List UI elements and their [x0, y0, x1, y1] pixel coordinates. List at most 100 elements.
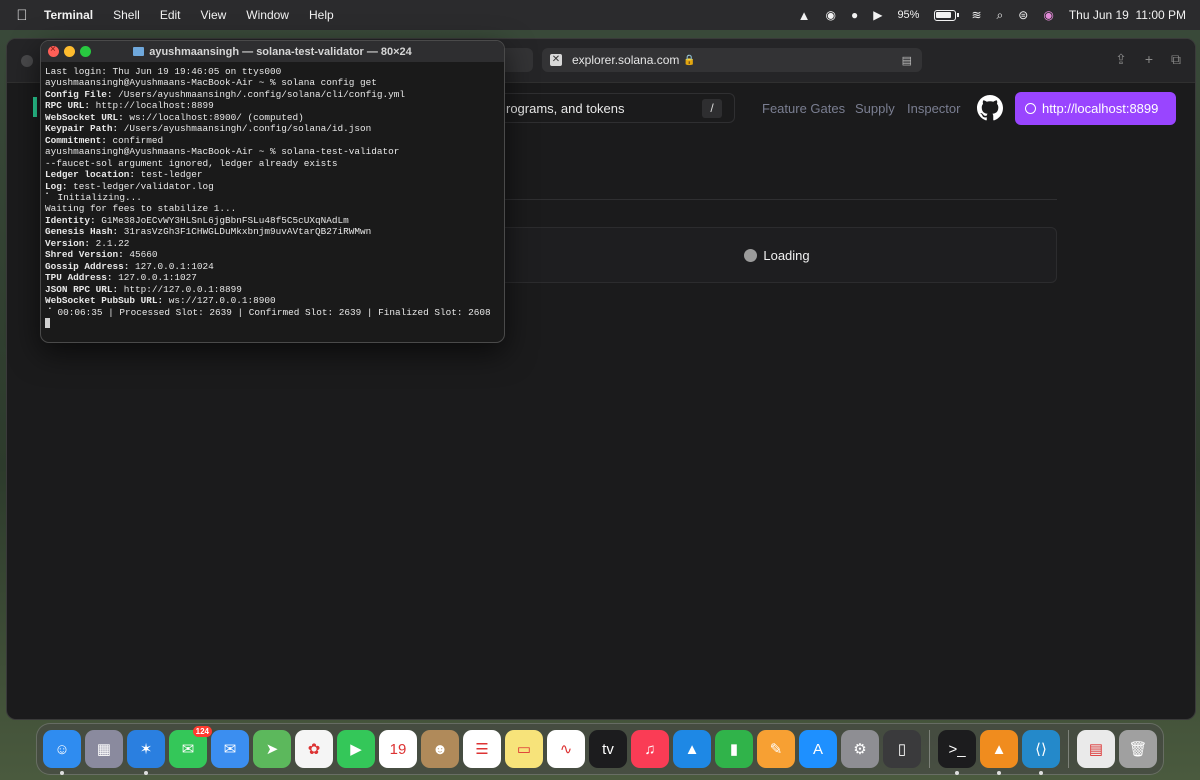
- new-tab-icon[interactable]: +: [1145, 51, 1153, 68]
- iphone-mirroring-icon[interactable]: ▯: [883, 730, 921, 768]
- vlc-icon[interactable]: ▲: [980, 730, 1018, 775]
- menu-app-name[interactable]: Terminal: [44, 8, 103, 22]
- github-icon[interactable]: [977, 95, 1003, 121]
- dock-glyph: ➤: [265, 741, 279, 758]
- terminal-line: Waiting for fees to stabilize 1...: [45, 203, 500, 214]
- calendar-icon[interactable]: 19: [379, 730, 417, 768]
- dock-glyph: tv: [602, 740, 614, 758]
- terminal-line-value: test-ledger/validator.log: [67, 180, 214, 192]
- app-status-icon[interactable]: ◉: [825, 8, 835, 22]
- address-bar[interactable]: ✕ explorer.solana.com 🔒 ▤: [542, 48, 922, 72]
- dock-glyph: >_: [948, 740, 966, 758]
- launchpad-icon[interactable]: ▦: [85, 730, 123, 768]
- dock-glyph: ✉: [181, 741, 195, 758]
- loading-card: Loading: [497, 227, 1057, 283]
- apple-menu-icon[interactable]: : [0, 7, 44, 24]
- menu-help[interactable]: Help: [299, 8, 344, 22]
- terminal-line-key: Genesis Hash:: [45, 226, 119, 238]
- reader-icon[interactable]: ▤: [902, 54, 912, 67]
- dock-glyph: ♫: [644, 740, 656, 758]
- window-close-button[interactable]: [21, 55, 33, 67]
- menu-edit[interactable]: Edit: [150, 8, 191, 22]
- terminal-line: ayushmaansingh@Ayushmaans-MacBook-Air ~ …: [45, 146, 500, 157]
- terminal-line-value: ayushmaansingh@Ayushmaans-MacBook-Air ~ …: [45, 77, 377, 89]
- running-indicator: [997, 771, 1001, 775]
- numbers-icon[interactable]: ▮: [715, 730, 753, 768]
- terminal-prompt-line[interactable]: [45, 317, 500, 330]
- apple-tv-icon[interactable]: tv: [589, 730, 627, 768]
- photos-icon[interactable]: ✿: [295, 730, 333, 768]
- running-indicator: [1039, 771, 1043, 775]
- pages-icon[interactable]: ✎: [757, 730, 795, 768]
- terminal-title: ayushmaansingh — solana-test-validator —…: [41, 46, 504, 58]
- nav-supply[interactable]: Supply: [855, 101, 895, 116]
- dock-glyph: 🗑: [1128, 741, 1148, 758]
- terminal-line-value: 127.0.0.1:1027: [112, 272, 197, 284]
- dock-glyph: ✿: [307, 741, 321, 758]
- freeform-icon[interactable]: ∿: [547, 730, 585, 768]
- menu-shell[interactable]: Shell: [103, 8, 150, 22]
- terminal-line: ayushmaansingh@Ayushmaans-MacBook-Air ~ …: [45, 77, 500, 88]
- search-placeholder: rograms, and tokens: [506, 100, 625, 116]
- dock-glyph: ⚙: [853, 741, 867, 758]
- menu-clock[interactable]: Thu Jun 19 11:00 PM: [1069, 8, 1186, 22]
- wifi-icon[interactable]: ≋: [971, 8, 981, 22]
- menu-view[interactable]: View: [191, 8, 237, 22]
- notes-icon[interactable]: ▭: [505, 730, 543, 768]
- control-center-icon[interactable]: ⊜: [1018, 8, 1028, 22]
- music-icon[interactable]: ♫: [631, 730, 669, 768]
- dock-glyph: ▶: [350, 741, 362, 758]
- folder-icon: [133, 46, 145, 56]
- vlc-status-icon[interactable]: ▲: [798, 8, 811, 23]
- terminal-line: Version: 2.1.22: [45, 238, 500, 249]
- terminal-output[interactable]: Last login: Thu Jun 19 19:46:05 on ttys0…: [41, 63, 504, 333]
- terminal-line: JSON RPC URL: http://127.0.0.1:8899: [45, 284, 500, 295]
- play-status-icon[interactable]: ▶: [873, 8, 882, 22]
- mail-icon[interactable]: ✉: [211, 730, 249, 768]
- terminal-line-value: G1Me38JoECvWY3HLSnL6jgBbnFSLu48f5C5cUXqN…: [95, 214, 349, 226]
- terminal-line: Gossip Address: 127.0.0.1:1024: [45, 261, 500, 272]
- terminal-line-value: Last login: Thu Jun 19 19:46:05 on ttys0…: [45, 66, 282, 77]
- nav-feature-gates[interactable]: Feature Gates: [762, 101, 845, 116]
- vscode-icon[interactable]: ⟨⟩: [1022, 730, 1060, 775]
- contacts-icon[interactable]: ☻: [421, 730, 459, 768]
- share-icon[interactable]: ⇪: [1115, 51, 1127, 68]
- terminal-line: Keypair Path: /Users/ayushmaansingh/.con…: [45, 123, 500, 134]
- cluster-button[interactable]: http://localhost:8899: [1015, 92, 1176, 125]
- app-store-icon[interactable]: A: [799, 730, 837, 768]
- nav-inspector[interactable]: Inspector: [907, 101, 960, 116]
- terminal-line-value: confirmed: [106, 134, 164, 146]
- spotlight-icon[interactable]: ⌕: [997, 8, 1004, 23]
- terminal-line: Identity: G1Me38JoECvWY3HLSnL6jgBbnFSLu4…: [45, 215, 500, 226]
- maps-icon[interactable]: ➤: [253, 730, 291, 768]
- keynote-icon[interactable]: ▲: [673, 730, 711, 768]
- facetime-icon[interactable]: ▶: [337, 730, 375, 768]
- messages-icon[interactable]: ✉ 124: [169, 726, 212, 768]
- user-icon[interactable]: ●: [851, 8, 858, 22]
- terminal-icon[interactable]: >_: [938, 730, 976, 775]
- dock-glyph: ✎: [769, 741, 783, 758]
- menu-window[interactable]: Window: [236, 8, 299, 22]
- finder-icon[interactable]: ☺: [43, 730, 81, 775]
- search-input[interactable]: rograms, and tokens /: [497, 93, 735, 123]
- tabs-overview-icon[interactable]: ⧉: [1171, 51, 1181, 68]
- reminders-icon[interactable]: ☰: [463, 730, 501, 768]
- terminal-line-value: 2.1.22: [90, 237, 130, 249]
- terminal-line-key: Keypair Path:: [45, 123, 119, 135]
- terminal-title-bar[interactable]: ayushmaansingh — solana-test-validator —…: [41, 41, 504, 63]
- terminal-line: Genesis Hash: 31rasVzGh3F1CHWGLDuMkxbnjm…: [45, 226, 500, 237]
- trash-icon[interactable]: 🗑: [1119, 730, 1157, 768]
- lock-icon: 🔒: [683, 54, 696, 66]
- terminal-window[interactable]: ayushmaansingh — solana-test-validator —…: [40, 40, 505, 343]
- dock-glyph: ▯: [897, 741, 907, 758]
- system-settings-icon[interactable]: ⚙: [841, 730, 879, 768]
- siri-icon[interactable]: ◉: [1043, 8, 1053, 22]
- battery-icon[interactable]: [934, 9, 960, 21]
- running-indicator: [955, 771, 959, 775]
- terminal-line-value: 127.0.0.1:1024: [129, 260, 214, 272]
- dock-glyph: ☻: [432, 740, 448, 758]
- search-shortcut-key: /: [702, 99, 722, 118]
- downloads-stack-icon[interactable]: ▤: [1077, 730, 1115, 768]
- safari-icon[interactable]: ✶: [127, 730, 165, 775]
- dock-glyph: ✉: [223, 741, 237, 758]
